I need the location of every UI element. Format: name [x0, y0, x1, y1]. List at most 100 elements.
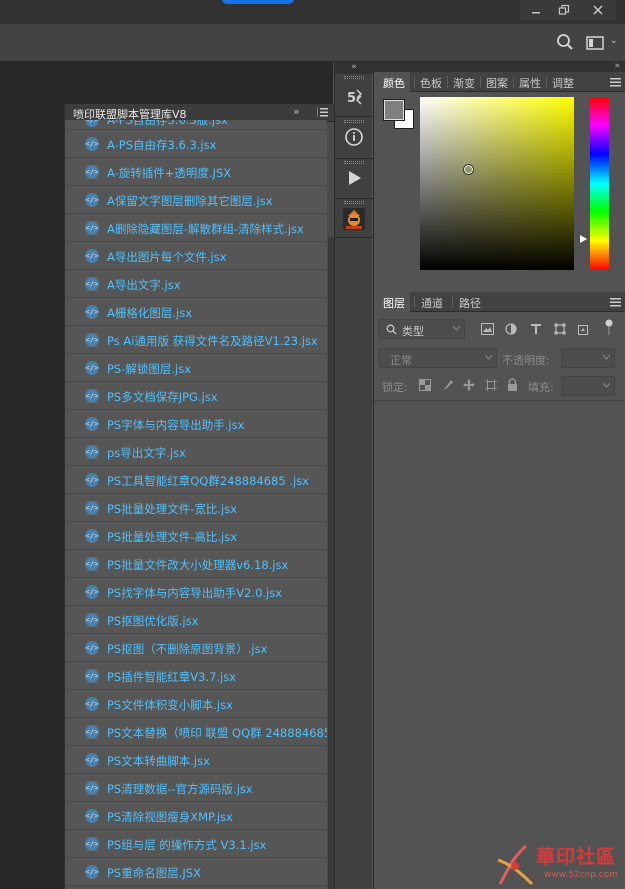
list-item[interactable]: </> A导出图片每个文件.jsx: [65, 242, 327, 270]
drag-grip[interactable]: [344, 76, 364, 79]
list-item[interactable]: </> A保留文字图层删除其它图层.jsx: [65, 186, 327, 214]
list-item[interactable]: </> PS文本替换（喷印 联盟 QQ群 248884685: [65, 718, 331, 746]
script-label: PS文本转曲脚本.jsx: [107, 754, 210, 768]
lock-pixels-icon[interactable]: [442, 379, 454, 391]
lock-artboard-icon[interactable]: [485, 379, 497, 391]
lock-position-icon[interactable]: [463, 379, 475, 391]
actions-button[interactable]: [339, 163, 369, 193]
lock-label: 锁定:: [382, 381, 408, 394]
lock-transparent-icon[interactable]: [419, 379, 431, 391]
tab-adjustments[interactable]: 调整: [552, 75, 574, 91]
plugin-button[interactable]: [339, 204, 369, 234]
tab-properties[interactable]: 属性: [519, 75, 541, 91]
list-item[interactable]: </> PS-解锁图层.jsx: [65, 354, 327, 382]
list-item[interactable]: </> PS找字体与内容导出助手V2.0.jsx: [65, 578, 327, 606]
blend-mode-dropdown[interactable]: 正常: [379, 348, 497, 368]
chevron-down-icon: [603, 355, 610, 360]
list-item[interactable]: </> PS组与层 的操作方式 V3.1.jsx: [65, 830, 327, 858]
list-item[interactable]: </> A-PS自由存3.6.3版.jsx: [65, 120, 327, 130]
blend-row: 正常 不透明度:: [374, 346, 625, 370]
tab-gradients[interactable]: 渐变: [453, 75, 475, 91]
opacity-field[interactable]: [561, 348, 615, 368]
list-item[interactable]: </> PS批量处理文件-高比.jsx: [65, 522, 327, 550]
collapse-dock-button[interactable]: »: [374, 62, 625, 72]
list-item[interactable]: </> PS抠图（不删除原图背景）.jsx: [65, 634, 327, 662]
color-panel-tabs: 颜色 色板 渐变 图案 属性 调整: [374, 72, 625, 92]
foreground-color-swatch[interactable]: [383, 99, 405, 121]
chevron-down-icon: [603, 383, 610, 388]
list-item[interactable]: </> A栅格化图层.jsx: [65, 298, 327, 326]
tab-paths[interactable]: 路径: [459, 295, 481, 311]
adjustment-filter-icon[interactable]: [505, 323, 517, 335]
list-item[interactable]: </> PS批量处理文件-宽比.jsx: [65, 494, 327, 522]
layer-filter-dropdown[interactable]: 类型: [379, 319, 465, 339]
smart-object-filter-icon[interactable]: [578, 323, 590, 335]
shape-filter-icon[interactable]: [554, 323, 566, 335]
info-button[interactable]: [339, 122, 369, 152]
list-item[interactable]: </> PS文件体积变小脚本.jsx: [65, 690, 327, 718]
script-label: A-PS自由存3.6.3.jsx: [107, 138, 217, 152]
tab-patterns[interactable]: 图案: [486, 75, 508, 91]
script-label: PS清除视图瘦身XMP.jsx: [107, 810, 233, 824]
chevron-down-icon[interactable]: ⌄: [610, 36, 618, 46]
search-icon[interactable]: [556, 33, 574, 51]
script-file-icon: </>: [85, 725, 99, 739]
close-button[interactable]: [580, 0, 616, 20]
panel-menu-icon[interactable]: [610, 298, 621, 307]
script-history-button[interactable]: 5: [339, 82, 369, 112]
script-file-icon: </>: [85, 865, 99, 879]
list-item[interactable]: </> A导出文字.jsx: [65, 270, 327, 298]
list-item[interactable]: </> PS多文档保存JPG.jsx: [65, 382, 327, 410]
list-item[interactable]: </> PS清理数据--官方源码版.jsx: [65, 774, 327, 802]
list-item[interactable]: </> PS清除视图瘦身XMP.jsx: [65, 802, 327, 830]
home-button[interactable]: [222, 0, 294, 4]
expand-panels-button[interactable]: «: [335, 62, 373, 74]
color-panel: [374, 92, 625, 290]
hue-slider[interactable]: [590, 97, 609, 270]
list-item[interactable]: </> A删除隐藏图层-解散群组-清除样式.jsx: [65, 214, 327, 242]
script-label: PS多文档保存JPG.jsx: [107, 390, 218, 404]
list-item[interactable]: </> Ps Ai通用版 获得文件名及路径V1.23.jsx: [65, 326, 327, 354]
play-icon: [349, 171, 361, 185]
workspace-icon[interactable]: [586, 36, 604, 50]
filter-type-label: 类型: [402, 325, 424, 338]
list-item[interactable]: </> PS抠图优化版.jsx: [65, 606, 327, 634]
fill-field[interactable]: [561, 376, 615, 396]
script-file-icon: </>: [85, 165, 99, 179]
color-picker-cursor[interactable]: [463, 164, 474, 175]
tab-swatches[interactable]: 色板: [420, 75, 442, 91]
collapse-panel-button[interactable]: »: [293, 105, 300, 118]
list-item[interactable]: </> PS字体与内容导出助手.jsx: [65, 410, 327, 438]
list-item[interactable]: </> PS工具智能红章QQ群248884685 .jsx: [65, 466, 327, 494]
list-item[interactable]: </> A-旋转插件+透明度.JSX: [65, 158, 327, 186]
restore-button[interactable]: [548, 0, 580, 20]
list-item[interactable]: </> A-PS自由存3.6.3.jsx: [65, 130, 327, 158]
scrollbar[interactable]: [327, 122, 334, 889]
pixel-filter-icon[interactable]: [481, 323, 494, 335]
panel-menu-icon[interactable]: [610, 78, 621, 87]
hue-slider-handle[interactable]: [580, 235, 587, 243]
script-file-icon: </>: [85, 249, 99, 263]
color-field[interactable]: [420, 97, 574, 270]
tab-color[interactable]: 颜色: [383, 75, 405, 91]
layers-panel-tabs: 图层 通道 路径: [374, 292, 625, 312]
tab-channels[interactable]: 通道: [421, 295, 443, 311]
script-file-icon: </>: [85, 305, 99, 319]
list-item[interactable]: </> ps导出文字.jsx: [65, 438, 327, 466]
script-label: PS-解锁图层.jsx: [107, 362, 192, 376]
logo-mark-icon: [497, 844, 534, 886]
script-label: PS批量文件改大小处理器v6.18.jsx: [107, 558, 289, 572]
list-item[interactable]: </> PS批量文件改大小处理器v6.18.jsx: [65, 550, 327, 578]
lock-all-icon[interactable]: [507, 378, 518, 391]
layers-list[interactable]: [374, 400, 625, 889]
type-filter-icon[interactable]: [530, 323, 542, 335]
filter-toggle-icon[interactable]: [604, 319, 614, 337]
script-label: PS清理数据--官方源码版.jsx: [107, 782, 253, 796]
list-item[interactable]: </> PS文本转曲脚本.jsx: [65, 746, 327, 774]
script-label: PS字体与内容导出助手.jsx: [107, 418, 245, 432]
script-label: PS重命名图层.JSX: [107, 866, 201, 880]
tab-layers[interactable]: 图层: [383, 295, 405, 311]
panel-menu-icon[interactable]: [317, 107, 328, 117]
list-item[interactable]: </> PS重命名图层.JSX: [65, 858, 327, 886]
list-item[interactable]: </> PS插件智能红章V3.7.jsx: [65, 662, 327, 690]
